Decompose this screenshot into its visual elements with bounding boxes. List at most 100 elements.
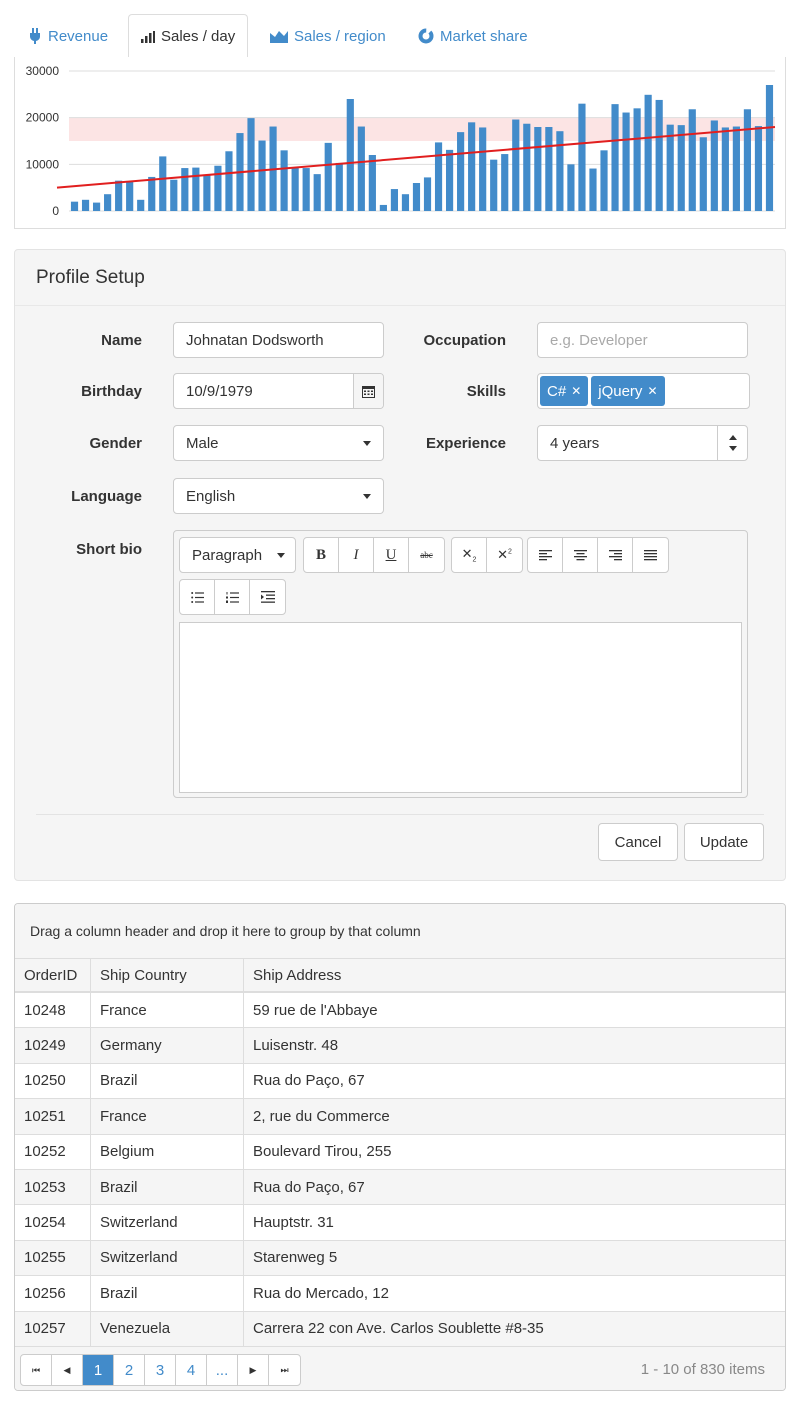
ship-country-cell: Venezuela bbox=[91, 1311, 244, 1346]
birthday-datepicker[interactable]: 10/9/1979 bbox=[173, 373, 384, 409]
script-group: ✕2 ✕2 bbox=[451, 537, 523, 573]
page-button[interactable]: 2 bbox=[114, 1355, 145, 1385]
chart-bar bbox=[688, 109, 696, 211]
table-row[interactable]: 10255 Switzerland Starenweg 5 bbox=[15, 1240, 785, 1277]
chart-bar bbox=[379, 204, 387, 211]
decrease-arrow-icon[interactable] bbox=[728, 446, 737, 451]
gender-dropdown[interactable]: Male bbox=[173, 425, 384, 461]
skills-multiselect[interactable]: C# ✕ jQuery ✕ bbox=[537, 373, 750, 409]
tab-sales-region[interactable]: Sales / region bbox=[258, 14, 398, 58]
name-input[interactable]: Johnatan Dodsworth bbox=[173, 322, 384, 358]
tab-sales-day[interactable]: Sales / day bbox=[128, 14, 249, 59]
chart-bar bbox=[732, 126, 740, 211]
column-header-ship-country[interactable]: Ship Country bbox=[91, 959, 244, 991]
cancel-button[interactable]: Cancel bbox=[598, 823, 678, 861]
language-value: English bbox=[186, 487, 236, 505]
page-button[interactable]: ... bbox=[207, 1355, 238, 1385]
divider bbox=[15, 305, 785, 306]
page-button[interactable]: 1 bbox=[83, 1355, 114, 1385]
update-button[interactable]: Update bbox=[684, 823, 764, 861]
ship-country-cell: Brazil bbox=[91, 1169, 244, 1205]
orderid-cell: 10253 bbox=[15, 1169, 91, 1205]
ship-address-cell: Rua do Paço, 67 bbox=[253, 1178, 365, 1196]
subscript-button[interactable]: ✕2 bbox=[452, 538, 487, 572]
gender-label: Gender bbox=[89, 435, 142, 452]
skill-tag-label: C# bbox=[547, 382, 567, 400]
superscript-button[interactable]: ✕2 bbox=[487, 538, 522, 572]
ship-address-cell: Starenweg 5 bbox=[253, 1249, 338, 1267]
y-tick-label: 0 bbox=[52, 204, 59, 218]
plug-icon bbox=[30, 28, 40, 44]
chart-bar bbox=[655, 99, 663, 211]
chart-bar bbox=[401, 194, 410, 211]
chart-bar bbox=[479, 127, 487, 211]
table-row[interactable]: 10250 Brazil Rua do Paço, 67 bbox=[15, 1063, 785, 1100]
orderid-cell: 10248 bbox=[15, 993, 91, 1028]
remove-tag-icon[interactable]: ✕ bbox=[647, 384, 657, 398]
orderid-cell: 10251 bbox=[15, 1099, 91, 1134]
alignment-group bbox=[527, 537, 669, 573]
bulleted-list-icon bbox=[190, 591, 204, 603]
align-left-button[interactable] bbox=[528, 538, 563, 572]
increase-arrow-icon[interactable] bbox=[728, 435, 737, 440]
indent-button[interactable] bbox=[250, 580, 285, 614]
chevron-down-icon bbox=[277, 553, 285, 558]
profile-setup-panel: Profile Setup Name Johnatan Dodsworth Oc… bbox=[14, 249, 786, 881]
indent-icon bbox=[260, 591, 275, 603]
chart-bar bbox=[600, 150, 608, 211]
language-dropdown[interactable]: English bbox=[173, 478, 384, 514]
spinner[interactable] bbox=[717, 426, 747, 460]
orderid-cell: 10254 bbox=[15, 1205, 91, 1240]
chart-bar bbox=[578, 103, 586, 211]
occupation-input[interactable]: e.g. Developer bbox=[537, 322, 748, 358]
chart-bar bbox=[137, 199, 145, 211]
tab-revenue[interactable]: Revenue bbox=[16, 14, 120, 58]
table-row[interactable]: 10256 Brazil Rua do Mercado, 12 bbox=[15, 1276, 785, 1312]
pager: ⏮ ◀ 1 2 3 4... ▶ ⏭ 1 - 10 of 830 items bbox=[15, 1346, 785, 1390]
name-value: Johnatan Dodsworth bbox=[186, 331, 324, 349]
italic-button[interactable]: I bbox=[339, 538, 374, 572]
bulleted-list-button[interactable] bbox=[180, 580, 215, 614]
column-header-orderid[interactable]: OrderID bbox=[15, 959, 91, 991]
remove-tag-icon[interactable]: ✕ bbox=[571, 384, 581, 398]
divider bbox=[36, 814, 764, 815]
table-row[interactable]: 10251 France 2, rue du Commerce bbox=[15, 1099, 785, 1135]
tab-market-share[interactable]: Market share bbox=[406, 14, 540, 58]
format-dropdown[interactable]: Paragraph bbox=[179, 537, 296, 573]
align-right-button[interactable] bbox=[598, 538, 633, 572]
table-row[interactable]: 10252 Belgium Boulevard Tirou, 255 bbox=[15, 1134, 785, 1170]
underline-button[interactable]: U bbox=[374, 538, 409, 572]
orderid-cell: 10256 bbox=[15, 1276, 91, 1311]
experience-numeric-input[interactable]: 4 years bbox=[537, 425, 748, 461]
table-row[interactable]: 10249 Germany Luisenstr. 48 bbox=[15, 1028, 785, 1064]
table-row[interactable]: 10257 Venezuela Carrera 22 con Ave. Carlos… bbox=[15, 1311, 785, 1347]
experience-label: Experience bbox=[425, 435, 506, 452]
strikethrough-button[interactable]: abc bbox=[409, 538, 444, 572]
occupation-label: Occupation bbox=[423, 332, 506, 349]
chart-bar bbox=[280, 150, 288, 211]
last-page-icon[interactable]: ⏭ bbox=[269, 1355, 300, 1385]
chart-bar bbox=[225, 151, 233, 211]
align-right-icon bbox=[608, 549, 622, 560]
prev-page-icon[interactable]: ◀ bbox=[52, 1355, 83, 1385]
ship-country-cell: France bbox=[91, 993, 244, 1028]
table-row[interactable]: 10248 France 59 rue de l'Abbaye bbox=[15, 993, 785, 1029]
bio-edit-area[interactable] bbox=[179, 622, 742, 793]
occupation-placeholder: e.g. Developer bbox=[550, 331, 648, 349]
page-button[interactable]: 4 bbox=[176, 1355, 207, 1385]
chart-bar bbox=[192, 167, 200, 211]
table-row[interactable]: 10254 Switzerland Hauptstr. 31 bbox=[15, 1205, 785, 1241]
table-row[interactable]: 10253 Brazil Rua do Paço, 67 bbox=[15, 1169, 785, 1206]
next-page-icon[interactable]: ▶ bbox=[238, 1355, 269, 1385]
page-button[interactable]: 3 bbox=[145, 1355, 176, 1385]
skill-tag-label: jQuery bbox=[598, 382, 643, 400]
orderid-cell: 10255 bbox=[15, 1240, 91, 1276]
numbered-list-button[interactable] bbox=[215, 580, 250, 614]
align-center-button[interactable] bbox=[563, 538, 598, 572]
skill-tag: C# ✕ bbox=[540, 376, 589, 406]
group-by-drop-zone[interactable]: Drag a column header and drop it here to… bbox=[15, 904, 785, 959]
column-header-ship-address[interactable]: Ship Address bbox=[244, 959, 785, 991]
bold-button[interactable]: B bbox=[304, 538, 339, 572]
first-page-icon[interactable]: ⏮ bbox=[21, 1355, 52, 1385]
justify-button[interactable] bbox=[633, 538, 668, 572]
